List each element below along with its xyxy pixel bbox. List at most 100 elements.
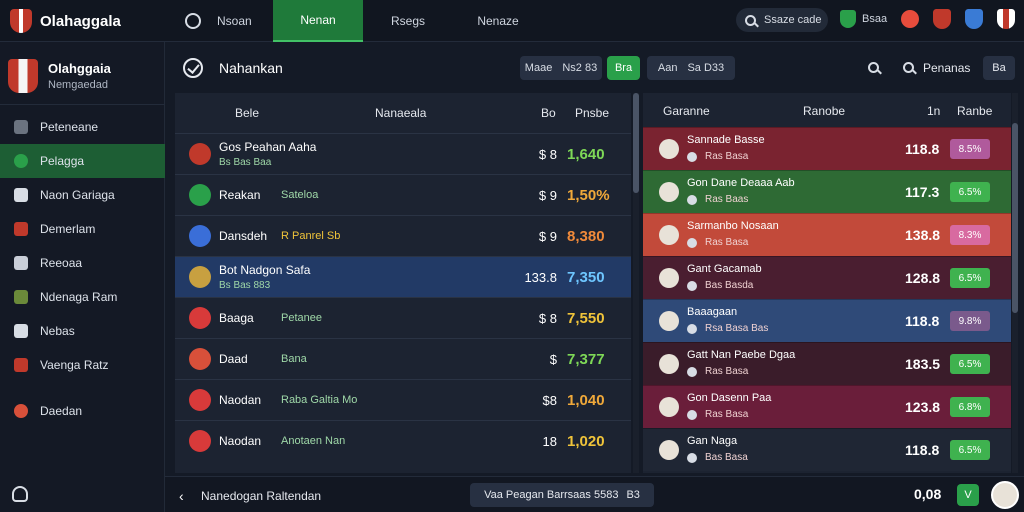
- table-row[interactable]: Naodan Raba Galtia Mo $8 1,040: [175, 379, 631, 420]
- column-header: Ranbe: [957, 104, 993, 118]
- left-scrollbar[interactable]: [633, 93, 639, 473]
- club-crest-icon: [659, 311, 679, 331]
- footer-pill-value: B3: [626, 489, 640, 501]
- club-crest-icon: [659, 268, 679, 288]
- table-row[interactable]: Naodan Anotaen Nan 18 1,020: [175, 420, 631, 461]
- row-form: Raba Galtia Mo: [281, 394, 358, 406]
- table-row[interactable]: Gant Gacamab Bas Basda 128.8 6.5%: [643, 256, 1011, 299]
- table-row[interactable]: Baaagaan Rsa Basa Bas 118.8 9.8%: [643, 299, 1011, 342]
- club-icon[interactable]: [965, 9, 984, 29]
- column-header: Ranobe: [803, 104, 846, 118]
- club-icon[interactable]: [901, 10, 920, 28]
- sidebar-item[interactable]: Reeoaa: [0, 246, 165, 280]
- row-value: 123.8: [905, 399, 941, 415]
- club-info[interactable]: Olahggaia Nemgaedad: [8, 54, 158, 98]
- trophy-icon: [14, 290, 28, 304]
- club-icon[interactable]: [997, 9, 1016, 29]
- table-row[interactable]: Gan Naga Bas Basa 118.8 6.5%: [643, 428, 1011, 471]
- ball-icon: [14, 154, 28, 168]
- table-row[interactable]: Gon Dasenn Paa Ras Basa 123.8 6.8%: [643, 385, 1011, 428]
- table-row[interactable]: Baaga Petanee $ 8 7,550: [175, 297, 631, 338]
- options-button[interactable]: Ba: [983, 56, 1015, 80]
- top-icons: Bsaa: [840, 9, 1016, 29]
- search-input[interactable]: Ssaze cade: [736, 8, 828, 32]
- ball-icon: [14, 404, 28, 418]
- sidebar-item-label: Ndenaga Ram: [40, 290, 118, 304]
- confirm-button[interactable]: V: [957, 484, 979, 506]
- row-form: Bana: [281, 353, 307, 365]
- table-row[interactable]: Gon Dane Deaaa Aab Ras Baas 117.3 6.5%: [643, 170, 1011, 213]
- club-crest-icon: [659, 440, 679, 460]
- mini-crest-icon: [687, 410, 697, 420]
- sidebar-item-label: Vaenga Ratz: [40, 358, 109, 372]
- club-crest-icon: [189, 143, 211, 165]
- filter-pill[interactable]: Aan Sa D33: [647, 56, 735, 80]
- table-row[interactable]: Bot Nadgon Safa Bs Bas 883 133.8 7,350: [175, 256, 631, 297]
- mini-crest-icon: [687, 281, 697, 291]
- row-value: 1,040: [567, 392, 605, 409]
- footer-pill[interactable]: Vaa Peagan Barrsaas 5583 B3: [470, 483, 654, 507]
- sidebar-item[interactable]: Naon Gariaga: [0, 178, 165, 212]
- club-crest-icon: [189, 430, 211, 452]
- table-row[interactable]: Gos Peahan Aaha Bs Bas Baa $ 8 1,640: [175, 133, 631, 174]
- row-stat: 18: [542, 434, 557, 449]
- row-subtitle: Ras Basa: [705, 237, 749, 248]
- club-crest-icon: [8, 59, 38, 93]
- check-icon: [183, 58, 203, 78]
- row-name: Gon Dane Deaaa Aab: [687, 177, 795, 189]
- zoom-icon[interactable]: [903, 62, 914, 73]
- row-name: Sannade Basse: [687, 134, 765, 146]
- table-row[interactable]: Reakan Sateloa $ 9 1,50%: [175, 174, 631, 215]
- avatar[interactable]: [991, 481, 1019, 509]
- percent-badge: 9.8%: [950, 311, 990, 331]
- sidebar-item[interactable]: Nebas: [0, 314, 165, 348]
- table-row[interactable]: Dansdeh R Panrel Sb $ 9 8,380: [175, 215, 631, 256]
- row-stat: $ 9: [538, 229, 557, 244]
- sidebar-item[interactable]: Ndenaga Ram: [0, 280, 165, 314]
- table-row[interactable]: Daad Bana $7,377: [175, 338, 631, 379]
- right-scrollbar[interactable]: [1012, 93, 1018, 473]
- filter-active-button[interactable]: Bra: [607, 56, 640, 80]
- globe-icon: [185, 13, 201, 29]
- row-name: Dansdeh: [219, 229, 268, 243]
- club-crest-icon: [659, 182, 679, 202]
- tab-nenan[interactable]: Nenan: [273, 0, 363, 42]
- percent-badge: 6.5%: [950, 268, 990, 288]
- tab-rsegs[interactable]: Rsegs: [363, 0, 453, 42]
- tab-nenaze[interactable]: Nenaze: [453, 0, 543, 42]
- row-subtitle: Ras Basa: [705, 409, 749, 420]
- sidebar-item[interactable]: Pelagga: [0, 144, 165, 178]
- sidebar-item-label: Demerlam: [40, 222, 96, 236]
- brand[interactable]: Olahaggala: [10, 6, 160, 36]
- percent-badge: 8.5%: [950, 139, 990, 159]
- table-row[interactable]: Gatt Nan Paebe Dgaa Ras Basa 183.5 6.5%: [643, 342, 1011, 385]
- row-stat: $: [549, 352, 557, 367]
- sidebar-item[interactable]: Daedan: [0, 394, 165, 428]
- sidebar-item[interactable]: Peteneane: [0, 110, 165, 144]
- row-name: Naodan: [219, 434, 262, 448]
- club-crest-icon: [189, 266, 211, 288]
- scroll-thumb[interactable]: [1012, 123, 1018, 313]
- row-name: Gant Gacamab: [687, 263, 762, 275]
- search-icon[interactable]: [868, 62, 879, 73]
- sidebar-item[interactable]: Vaenga Ratz: [0, 348, 165, 382]
- percent-badge: 6.5%: [950, 182, 990, 202]
- scroll-thumb[interactable]: [633, 93, 639, 193]
- sidebar-item[interactable]: Demerlam: [0, 212, 165, 246]
- table-row[interactable]: Sarmanbo Nosaan Ras Basa 138.8 8.3%: [643, 213, 1011, 256]
- filter-pill[interactable]: Maae Ns2 83: [520, 56, 602, 80]
- row-stat: $ 8: [538, 147, 557, 162]
- tab-nsoan[interactable]: Nsoan: [175, 0, 273, 42]
- row-value: 117.3: [905, 184, 940, 200]
- top-bar: Olahaggala Nsoan Nenan Rsegs Nenaze Ssaz…: [0, 0, 1024, 42]
- row-value: 7,377: [567, 351, 605, 368]
- shield-icon[interactable]: [840, 10, 856, 28]
- mini-crest-icon: [687, 152, 697, 162]
- user-icon[interactable]: [12, 486, 28, 502]
- page-title: Nahankan: [219, 60, 283, 76]
- document-icon: [14, 120, 28, 134]
- table-row[interactable]: Sannade Basse Ras Basa 118.8 8.5%: [643, 127, 1011, 170]
- club-icon[interactable]: [933, 9, 952, 29]
- mini-crest-icon: [687, 238, 697, 248]
- back-chevron-icon[interactable]: ‹: [179, 488, 184, 504]
